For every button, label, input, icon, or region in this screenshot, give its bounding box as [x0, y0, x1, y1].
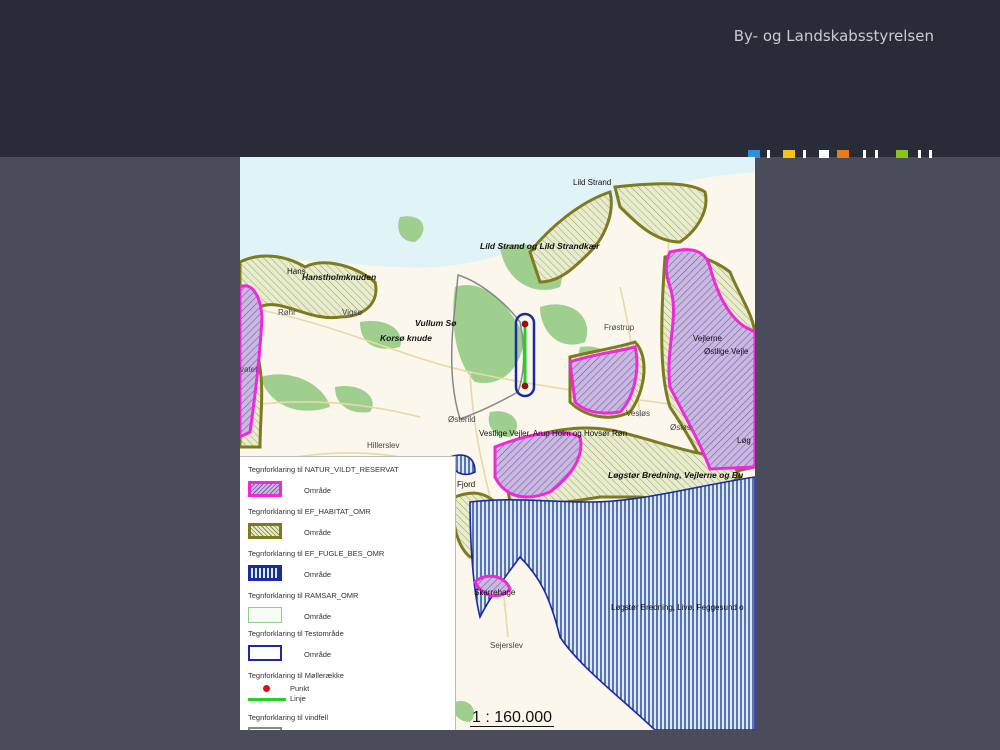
legend-heading-fugle: Tegnforklaring til EF_FUGLE_BES_OMR	[248, 549, 385, 558]
legend-label-punkt: Punkt	[290, 684, 310, 693]
brand-name: By- og Landskabsstyrelsen	[733, 27, 934, 45]
label-oslos: Øsløs	[670, 423, 691, 432]
label-lild-strand-kaer: Lild Strand og Lild Strandkær	[480, 241, 600, 251]
brand-bar-6	[929, 150, 932, 158]
map-view[interactable]: Lild Strand Lild Strand og Lild Strandkæ…	[240, 157, 755, 730]
legend-label-linje: Linje	[290, 694, 306, 703]
brand-bar-3	[863, 150, 866, 158]
label-vejlerne: Vejlerne	[693, 334, 722, 343]
label-loegstoer-1: Løgstør Bredning, Vejlerne og Bu	[608, 470, 744, 480]
label-frostrup: Frøstrup	[604, 323, 635, 332]
label-osterild: Østerild	[448, 415, 476, 424]
label-korso: Korsø knude	[380, 333, 432, 343]
label-hanstholmknuden: Hanstholmknuden	[302, 272, 376, 282]
label-vigso: Vigsø	[342, 308, 362, 317]
legend-label-test: Område	[304, 650, 332, 659]
legend-heading-ramsar: Tegnforklaring til RAMSAR_OMR	[248, 591, 359, 600]
legend-heading-reservat: Tegnforklaring til NATUR_VILDT_RESERVAT	[248, 465, 399, 474]
label-vesloes: Vesløs	[626, 409, 650, 418]
label-log: Løg	[737, 436, 751, 445]
label-sejerslev: Sejerslev	[490, 641, 523, 650]
legend-heading-vindfell: Tegnforklaring til vindfell	[248, 713, 329, 722]
legend-swatch-fugle	[248, 565, 282, 581]
legend-swatch-test	[248, 645, 282, 661]
brand-color-strip	[748, 150, 932, 158]
legend-swatch-habitat	[248, 523, 282, 539]
brand-square-green	[896, 150, 908, 158]
legend-heading-moelle: Tegnforklaring til Møllerække	[248, 671, 344, 680]
brand-square-yellow	[783, 150, 795, 158]
label-lild-strand: Lild Strand	[573, 178, 611, 187]
label-vestlige: Vestlige Vejler, Arup Holm og Hovsør Røn	[479, 429, 627, 438]
map-scale: 1 : 160.000	[470, 709, 555, 727]
brand-bar-4	[875, 150, 878, 158]
legend-swatch-ramsar	[248, 607, 282, 623]
legend-label-ramsar: Område	[304, 612, 332, 621]
legend-swatch-vindfell	[248, 727, 282, 730]
label-vullum: Vullum Sø	[415, 318, 457, 328]
legend-point-symbol	[263, 685, 270, 692]
label-roehr: Røhr	[278, 308, 296, 317]
legend-heading-habitat: Tegnforklaring til EF_HABITAT_OMR	[248, 507, 371, 516]
brand-bar-5	[918, 150, 921, 158]
legend-label-habitat: Område	[304, 528, 332, 537]
label-fjord: Fjord	[457, 480, 475, 489]
label-skarrehage: Skarrehage	[474, 588, 516, 597]
brand-bar-2	[803, 150, 806, 158]
label-vatet: vatet	[240, 365, 258, 374]
legend-line-symbol	[248, 698, 286, 701]
legend-label-fugle: Område	[304, 570, 332, 579]
label-ostlige: Østlige Vejle	[704, 347, 749, 356]
map-legend: Tegnforklaring til NATUR_VILDT_RESERVAT …	[240, 456, 456, 730]
legend-swatch-reservat	[248, 481, 282, 497]
brand-bar-1	[767, 150, 770, 158]
turbine-point-south	[521, 382, 529, 390]
label-loegstoer-2: Løgstør Bredning, Livø, Feggesund o	[611, 603, 744, 612]
legend-heading-test: Tegnforklaring til Testområde	[248, 629, 344, 638]
brand-square-white	[819, 150, 829, 158]
brand-square-orange	[837, 150, 849, 158]
turbine-point-north	[521, 320, 529, 328]
label-hillerslev: Hillerslev	[367, 441, 399, 450]
header-bar: By- og Landskabsstyrelsen	[0, 0, 1000, 157]
legend-label-reservat: Område	[304, 486, 332, 495]
